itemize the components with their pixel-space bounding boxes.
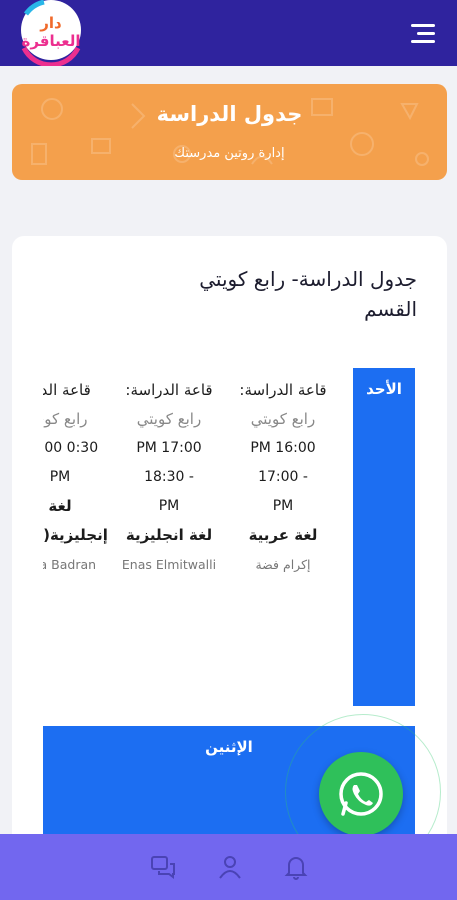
lesson-time-start: 0:30 19:00 xyxy=(43,440,99,456)
whatsapp-icon xyxy=(339,772,383,816)
lesson-time-period: PM xyxy=(49,469,71,485)
lesson-cell[interactable]: قاعة الدرا رابع كوي 0:30 19:00 PM لغة إن… xyxy=(43,376,115,579)
profile-icon[interactable] xyxy=(217,854,243,880)
whatsapp-button[interactable] xyxy=(319,752,403,836)
lesson-teacher: Enas Elmitwalli xyxy=(121,557,217,572)
lesson-time-start: PM 16:00 xyxy=(250,440,316,456)
lesson-class: رابع كويتي xyxy=(136,410,202,428)
app-logo[interactable]: دار العباقرة xyxy=(14,0,88,68)
lesson-room: قاعة الدراسة: xyxy=(125,381,213,399)
svg-text:دار: دار xyxy=(39,14,62,32)
chat-icon[interactable] xyxy=(150,854,176,880)
lesson-cell[interactable]: قاعة الدراسة: رابع كويتي PM 17:00 - 18:3… xyxy=(109,376,229,579)
lesson-teacher: naa Badran xyxy=(43,557,97,572)
menu-line xyxy=(411,24,435,27)
lesson-room: قاعة الدرا xyxy=(43,381,91,399)
banner-title: جدول الدراسة xyxy=(156,102,303,126)
lesson-time-end: - 18:30 xyxy=(144,469,194,485)
hamburger-menu-icon[interactable] xyxy=(409,24,435,44)
svg-text:العباقرة: العباقرة xyxy=(21,32,80,50)
menu-line xyxy=(417,32,435,35)
top-app-bar: دار العباقرة xyxy=(0,0,457,68)
lesson-subject: إنجليزية(naa xyxy=(43,526,108,544)
lesson-class: رابع كوي xyxy=(43,410,88,428)
page-banner: جدول الدراسة إدارة روتين مدرستك xyxy=(12,84,447,180)
lesson-subject: لغة عربية xyxy=(248,526,318,544)
doodle-pattern xyxy=(31,98,429,166)
schedule-title: جدول الدراسة- رابع كويتي القسم xyxy=(199,267,417,321)
lesson-room: قاعة الدراسة: xyxy=(239,381,327,399)
bottom-navigation xyxy=(0,834,457,900)
lesson-time-period: PM xyxy=(158,498,180,514)
lesson-subject: لغة xyxy=(48,497,72,515)
day-label: الأحد xyxy=(366,380,402,398)
lesson-time-start: PM 17:00 xyxy=(136,440,202,456)
lesson-teacher: إكرام فضة xyxy=(255,557,311,572)
lesson-class: رابع كويتي xyxy=(250,410,316,428)
menu-line xyxy=(411,40,435,43)
banner-subtitle: إدارة روتين مدرستك xyxy=(174,146,285,161)
bell-icon[interactable] xyxy=(283,854,309,880)
day-column-sunday: الأحد xyxy=(353,368,415,706)
lesson-time-end: - 17:00 xyxy=(258,469,308,485)
lesson-cell[interactable]: قاعة الدراسة: رابع كويتي PM 16:00 - 17:0… xyxy=(223,376,343,579)
lesson-subject: لغة انجليزية xyxy=(125,526,213,544)
lesson-time-period: PM xyxy=(272,498,294,514)
